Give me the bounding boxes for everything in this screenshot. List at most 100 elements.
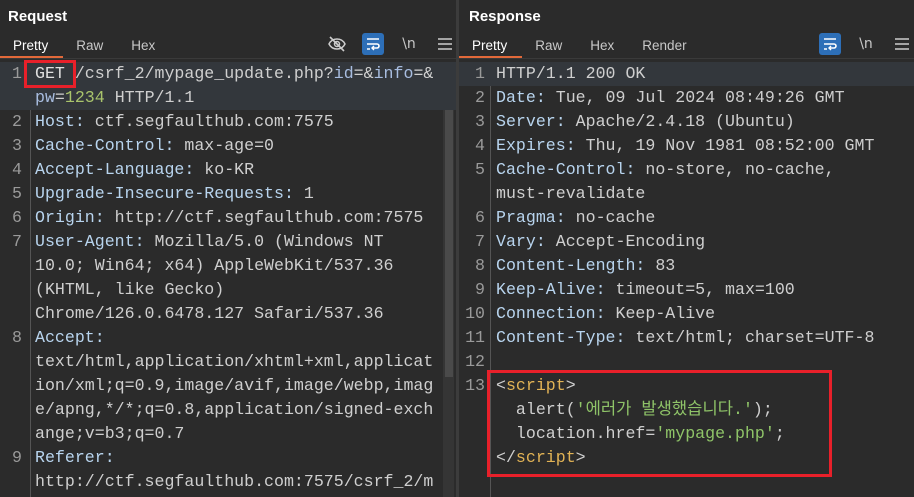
token: Server: bbox=[496, 112, 566, 131]
token: Pragma: bbox=[496, 208, 566, 227]
token: Tue, 09 Jul 2024 08:49:26 GMT bbox=[545, 88, 845, 107]
code-line: 9 Referer: bbox=[0, 446, 456, 470]
wrap-icon[interactable] bbox=[819, 33, 841, 55]
token: Cache-Control: bbox=[496, 160, 636, 179]
code-line: ion/xml;q=0.9,image/avif,image/webp,imag bbox=[0, 374, 456, 398]
request-title: Request bbox=[8, 8, 68, 25]
code-line: 10.0; Win64; x64) AppleWebKit/537.36 bbox=[0, 254, 456, 278]
token: id bbox=[333, 64, 354, 83]
line-number: 13 bbox=[465, 376, 485, 395]
line-number: 6 bbox=[475, 208, 485, 227]
code-text: Referer: bbox=[35, 446, 115, 470]
token: no-cache bbox=[565, 208, 656, 227]
line-number: 11 bbox=[465, 328, 485, 347]
token: (KHTML, like Gecko) bbox=[35, 280, 225, 299]
code-line: 5 Cache-Control: no-store, no-cache, bbox=[459, 158, 914, 182]
token: Vary: bbox=[496, 232, 546, 251]
eye-slash-icon[interactable] bbox=[326, 33, 348, 55]
code-text: ange;v=b3;q=0.7 bbox=[35, 422, 184, 446]
token: Date: bbox=[496, 88, 546, 107]
token: = bbox=[54, 88, 65, 107]
code-text: Host: ctf.segfaulthub.com:7575 bbox=[35, 110, 334, 134]
code-line: 7 Vary: Accept-Encoding bbox=[459, 230, 914, 254]
token: must-revalidate bbox=[496, 184, 646, 203]
code-text: Vary: Accept-Encoding bbox=[496, 230, 705, 254]
tab-divider bbox=[0, 58, 456, 59]
token: ion/xml;q=0.9,image/avif,image/webp,imag bbox=[35, 376, 434, 395]
token: Origin: bbox=[35, 208, 105, 227]
tab-divider bbox=[459, 58, 914, 59]
tab-raw[interactable]: Raw bbox=[63, 36, 118, 58]
highlight-box-script bbox=[487, 370, 832, 477]
token: ctf.segfaulthub.com:7575 bbox=[84, 112, 334, 131]
token: timeout=5, max=100 bbox=[605, 280, 795, 299]
token: Expires: bbox=[496, 136, 576, 155]
code-line: 8 Content-Length: 83 bbox=[459, 254, 914, 278]
code-line: 9 Keep-Alive: timeout=5, max=100 bbox=[459, 278, 914, 302]
code-text: GET /csrf_2/mypage_update.php?id=&info=& bbox=[35, 62, 433, 86]
token: ko-KR bbox=[194, 160, 255, 179]
token: /csrf_2/mypage_update.php? bbox=[64, 64, 334, 83]
highlight-box-method bbox=[24, 60, 76, 88]
code-text: http://ctf.segfaulthub.com:7575/csrf_2/m bbox=[35, 470, 433, 494]
code-line: ange;v=b3;q=0.7 bbox=[0, 422, 456, 446]
newline-toggle[interactable]: \n bbox=[398, 33, 420, 55]
token: Referer: bbox=[35, 448, 115, 467]
code-text: User-Agent: Mozilla/5.0 (Windows NT bbox=[35, 230, 384, 254]
code-line: 5 Upgrade-Insecure-Requests: 1 bbox=[0, 182, 456, 206]
code-line: 4 Accept-Language: ko-KR bbox=[0, 158, 456, 182]
code-line: text/html,application/xhtml+xml,applicat bbox=[0, 350, 456, 374]
tab-hex[interactable]: Hex bbox=[118, 36, 170, 58]
wrap-icon[interactable] bbox=[362, 33, 384, 55]
code-text: 10.0; Win64; x64) AppleWebKit/537.36 bbox=[35, 254, 393, 278]
code-line: 2 Date: Tue, 09 Jul 2024 08:49:26 GMT bbox=[459, 86, 914, 110]
code-text: Cache-Control: max-age=0 bbox=[35, 134, 274, 158]
line-number: 3 bbox=[475, 112, 485, 131]
token: pw bbox=[35, 88, 55, 107]
line-number: 8 bbox=[12, 328, 22, 347]
code-text: Content-Type: text/html; charset=UTF-8 bbox=[496, 326, 874, 350]
code-line: 11 Content-Type: text/html; charset=UTF-8 bbox=[459, 326, 914, 350]
tab-render[interactable]: Render bbox=[629, 36, 701, 58]
code-text: Upgrade-Insecure-Requests: 1 bbox=[35, 182, 314, 206]
code-line: must-revalidate bbox=[459, 182, 914, 206]
code-text: ion/xml;q=0.9,image/avif,image/webp,imag bbox=[35, 374, 433, 398]
newline-toggle[interactable]: \n bbox=[855, 33, 877, 55]
code-line: pw=1234 HTTP/1.1 bbox=[0, 86, 456, 110]
code-line: http://ctf.segfaulthub.com:7575/csrf_2/m bbox=[0, 470, 456, 494]
code-line: 1 HTTP/1.1 200 OK bbox=[459, 62, 914, 86]
tab-raw[interactable]: Raw bbox=[522, 36, 577, 58]
token: Content-Type: bbox=[496, 328, 626, 347]
response-toolbar: \n bbox=[819, 33, 913, 55]
line-number: 2 bbox=[475, 88, 485, 107]
line-number: 6 bbox=[12, 208, 22, 227]
token: Keep-Alive bbox=[605, 304, 716, 323]
token: Thu, 19 Nov 1981 08:52:00 GMT bbox=[575, 136, 875, 155]
tab-hex[interactable]: Hex bbox=[577, 36, 629, 58]
line-number: 2 bbox=[12, 112, 22, 131]
tab-pretty[interactable]: Pretty bbox=[0, 36, 64, 58]
code-line: 3 Cache-Control: max-age=0 bbox=[0, 134, 456, 158]
code-text: Accept-Language: ko-KR bbox=[35, 158, 254, 182]
request-toolbar: \n bbox=[326, 33, 456, 55]
line-number: 5 bbox=[12, 184, 22, 203]
hamburger-icon[interactable] bbox=[891, 33, 913, 55]
hamburger-icon[interactable] bbox=[434, 33, 456, 55]
code-text: Pragma: no-cache bbox=[496, 206, 655, 230]
token: =& bbox=[353, 64, 374, 83]
token: no-store, no-cache, bbox=[635, 160, 835, 179]
code-text: (KHTML, like Gecko) bbox=[35, 278, 224, 302]
tab-pretty[interactable]: Pretty bbox=[459, 36, 523, 58]
token: HTTP/1.1 bbox=[104, 88, 195, 107]
code-text: Server: Apache/2.4.18 (Ubuntu) bbox=[496, 110, 795, 134]
token: Keep-Alive: bbox=[496, 280, 606, 299]
request-editor[interactable]: 1 GET /csrf_2/mypage_update.php?id=&info=… bbox=[0, 62, 456, 494]
response-title: Response bbox=[469, 8, 541, 25]
code-text: Connection: Keep-Alive bbox=[496, 302, 715, 326]
request-pane: Request Pretty Raw Hex \n 1 GET /csrf_2/m… bbox=[0, 0, 456, 497]
token: max-age=0 bbox=[174, 136, 275, 155]
line-number: 7 bbox=[475, 232, 485, 251]
token: Upgrade-Insecure-Requests: bbox=[35, 184, 294, 203]
line-number: 1 bbox=[475, 64, 485, 83]
response-pane: Response Pretty Raw Hex Render \n 1 HTTP/… bbox=[459, 0, 914, 497]
